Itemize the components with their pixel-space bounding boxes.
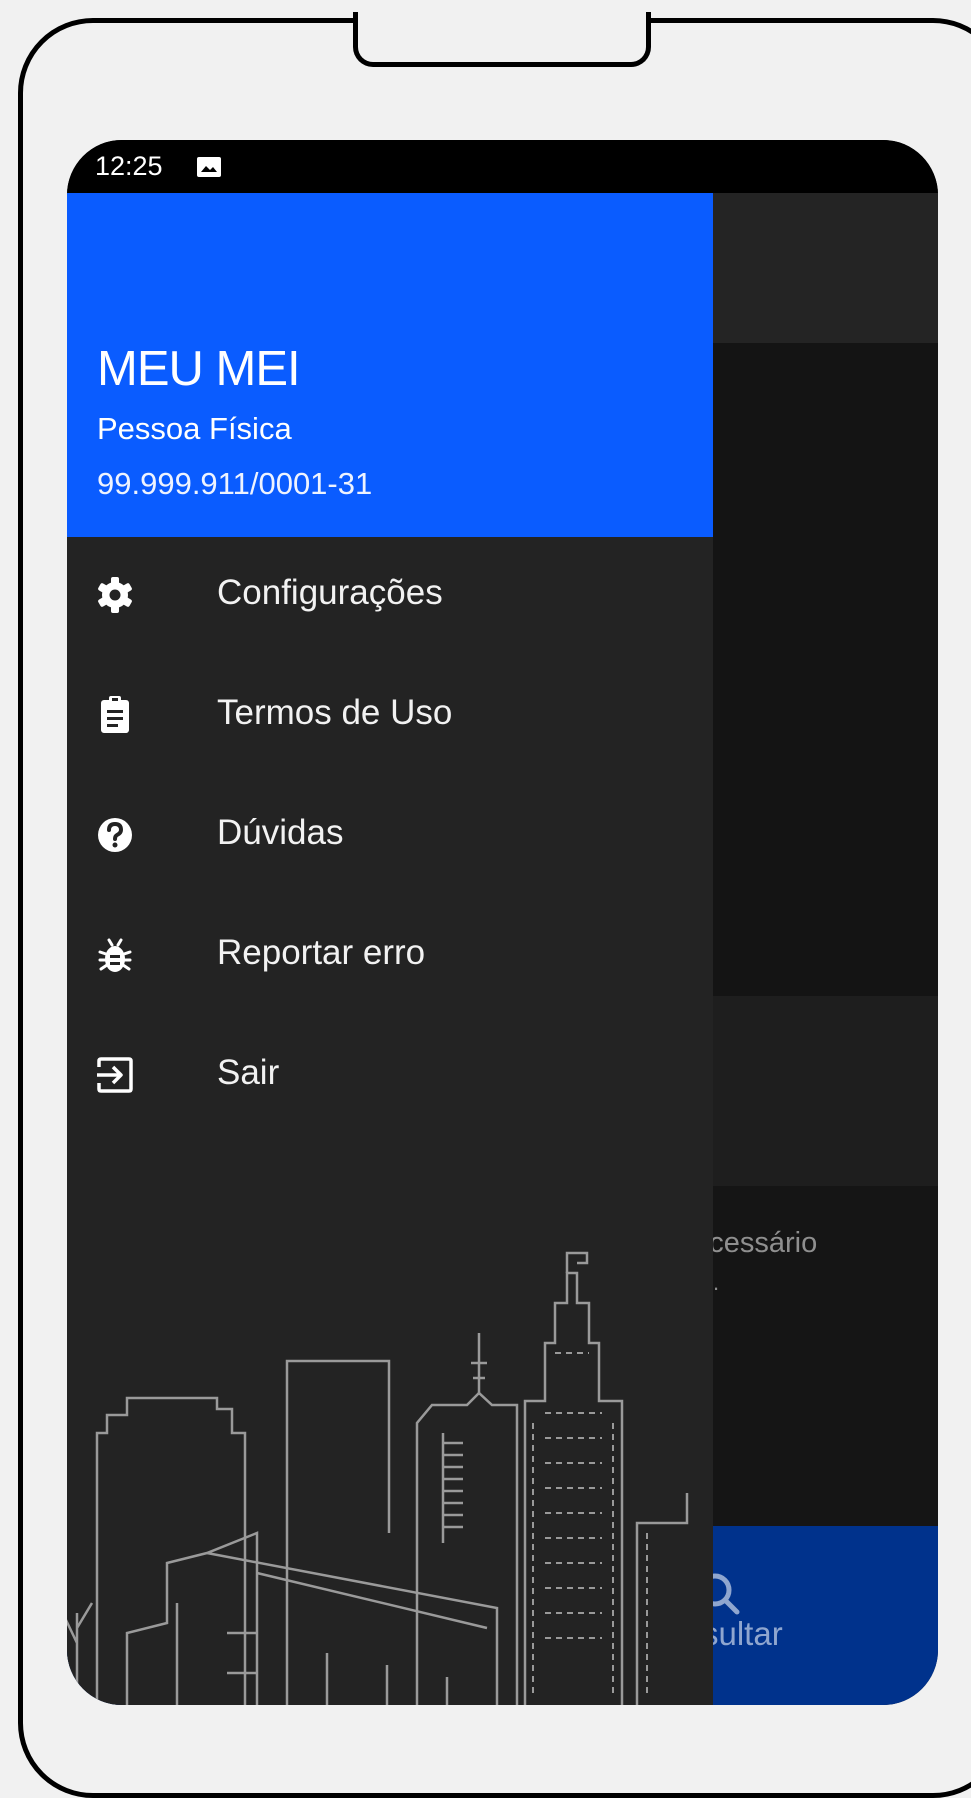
menu-item-label: Configurações bbox=[217, 573, 443, 612]
drawer-title: MEU MEI bbox=[97, 342, 301, 396]
drawer-menu: Configurações Termos de Uso Dúvidas Repo… bbox=[67, 537, 713, 1137]
background-nav-label: sultar bbox=[702, 1615, 783, 1652]
phone-notch bbox=[353, 12, 651, 67]
menu-item-label: Dúvidas bbox=[217, 813, 344, 852]
logout-icon bbox=[95, 1055, 135, 1095]
phone-screen: 12:25 necessário . sultar MEU MEI Pessoa… bbox=[67, 140, 938, 1705]
drawer-header: MEU MEI Pessoa Física 99.999.911/0001-31 bbox=[67, 193, 713, 537]
city-skyline-illustration bbox=[67, 1251, 689, 1705]
menu-item-label: Sair bbox=[217, 1053, 280, 1092]
menu-item-reportar-erro[interactable]: Reportar erro bbox=[67, 897, 713, 1017]
clipboard-icon bbox=[95, 695, 135, 735]
menu-item-duvidas[interactable]: Dúvidas bbox=[67, 777, 713, 897]
menu-item-label: Termos de Uso bbox=[217, 693, 453, 732]
gear-icon bbox=[95, 575, 135, 615]
status-bar: 12:25 bbox=[67, 140, 938, 193]
image-notification-icon bbox=[197, 157, 221, 177]
menu-item-label: Reportar erro bbox=[217, 933, 426, 972]
background-partial-dot: . bbox=[713, 1270, 720, 1295]
help-circle-icon bbox=[95, 815, 135, 855]
menu-item-termos-de-uso[interactable]: Termos de Uso bbox=[67, 657, 713, 777]
bug-icon bbox=[95, 935, 135, 975]
navigation-drawer: MEU MEI Pessoa Física 99.999.911/0001-31 bbox=[67, 193, 713, 1705]
drawer-subtitle: Pessoa Física bbox=[97, 411, 292, 446]
status-time: 12:25 bbox=[95, 151, 163, 181]
menu-item-configuracoes[interactable]: Configurações bbox=[67, 537, 713, 657]
drawer-cnpj: 99.999.911/0001-31 bbox=[97, 466, 373, 501]
menu-item-sair[interactable]: Sair bbox=[67, 1017, 713, 1137]
